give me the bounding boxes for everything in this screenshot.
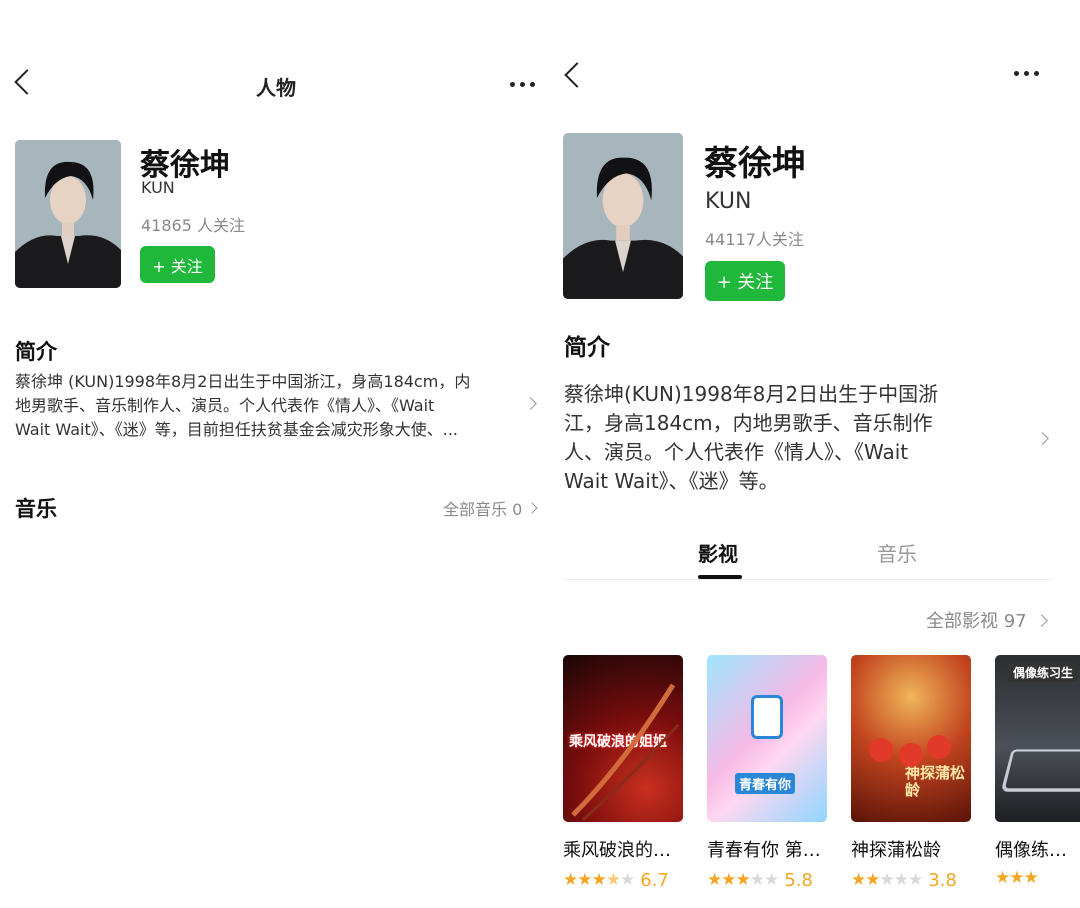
chevron-right-icon: [526, 502, 538, 514]
film-rating: ★★★★★ 5.8: [707, 870, 827, 891]
all-music-label: 全部音乐 0: [443, 500, 523, 519]
person-alias: KUN: [141, 178, 175, 197]
film-card[interactable]: 青春有你 青春有你 第… ★★★★★ 5.8: [707, 655, 827, 891]
avatar: [563, 133, 683, 299]
poster-title: 青春有你: [735, 773, 796, 794]
follow-button[interactable]: + 关注: [140, 246, 215, 283]
film-title: 青春有你 第…: [707, 840, 821, 861]
film-card[interactable]: 乘风破浪的姐姐 乘风破浪的… ★★★★★ 6.7: [563, 655, 683, 891]
intro-line: 蔡徐坤(KUN)1998年8月2日出生于中国浙: [564, 382, 939, 406]
follower-count: 41865 人关注: [141, 216, 245, 235]
film-title: 神探蒲松龄: [851, 840, 941, 861]
chevron-right-icon: [1034, 613, 1048, 627]
film-score: 3.8: [928, 870, 957, 891]
film-card[interactable]: 偶像练习生 偶像练习生 ★★★: [995, 655, 1080, 887]
poster-title: 偶像练习生: [1009, 663, 1078, 682]
tab-divider: [563, 579, 1053, 580]
film-poster: 青春有你: [707, 655, 827, 822]
page-title: 人物: [256, 76, 296, 100]
intro-line: 蔡徐坤 (KUN)1998年8月2日出生于中国浙江，身高184cm，内: [15, 372, 471, 391]
follow-button[interactable]: + 关注: [705, 261, 785, 301]
film-poster: 神探蒲松龄: [851, 655, 971, 822]
avatar: [15, 140, 121, 288]
person-page-old: 人物 蔡徐坤 KUN 41865 人关注 + 关注 简介 蔡徐坤 (KUN)19…: [0, 0, 545, 908]
star-icon: ★★★★★: [563, 870, 635, 890]
intro-line: 江，身高184cm，内地男歌手、音乐制作: [564, 411, 933, 435]
intro-heading: 简介: [564, 335, 610, 361]
tab-film[interactable]: 影视: [698, 538, 738, 567]
film-rating: ★★★★★ 6.7: [563, 870, 683, 891]
intro-bio[interactable]: 蔡徐坤(KUN)1998年8月2日出生于中国浙 江，身高184cm，内地男歌手、…: [564, 380, 1004, 496]
intro-line: 地男歌手、音乐制作人、演员。个人代表作《情人》、《Wait: [15, 396, 435, 415]
all-films-link[interactable]: 全部影视 97: [926, 607, 1048, 633]
person-alias: KUN: [705, 189, 752, 214]
more-icon[interactable]: [1014, 71, 1039, 76]
intro-line: Wait Wait》、《迷》等，目前担任扶贫基金会减灾形象大使、...: [15, 420, 458, 439]
intro-line: 人、演员。个人代表作《情人》、《Wait: [564, 440, 909, 464]
film-card[interactable]: 神探蒲松龄 神探蒲松龄 ★★★★★ 3.8: [851, 655, 971, 891]
film-title: 乘风破浪的…: [563, 840, 671, 861]
tab-music[interactable]: 音乐: [877, 538, 917, 567]
music-heading: 音乐: [15, 497, 57, 521]
film-poster: 偶像练习生: [995, 655, 1080, 822]
film-poster: 乘风破浪的姐姐: [563, 655, 683, 822]
person-name: 蔡徐坤: [704, 144, 806, 184]
film-rating: ★★★★★ 3.8: [851, 870, 971, 891]
film-score: 5.8: [784, 870, 813, 891]
chevron-right-icon[interactable]: [524, 397, 537, 410]
all-films-label: 全部影视 97: [926, 611, 1027, 632]
film-rating: ★★★: [995, 870, 1080, 887]
intro-line: Wait Wait》、《迷》等。: [564, 469, 779, 493]
back-icon[interactable]: [14, 69, 40, 95]
back-icon[interactable]: [564, 62, 590, 88]
intro-bio[interactable]: 蔡徐坤 (KUN)1998年8月2日出生于中国浙江，身高184cm，内 地男歌手…: [15, 370, 515, 442]
follower-count: 44117人关注: [705, 230, 804, 249]
star-icon: ★★★★★: [707, 870, 779, 890]
more-icon[interactable]: [510, 82, 535, 87]
all-music-link[interactable]: 全部音乐 0: [443, 496, 538, 520]
intro-heading: 简介: [15, 340, 57, 364]
film-title: 偶像练习生: [995, 840, 1080, 861]
film-score: 6.7: [640, 870, 669, 891]
star-icon: ★★★★★: [851, 870, 923, 890]
chevron-right-icon[interactable]: [1036, 432, 1049, 445]
person-page-new: 蔡徐坤 KUN 44117人关注 + 关注 简介 蔡徐坤(KUN)1998年8月…: [548, 0, 1080, 908]
star-icon: ★★★: [995, 868, 1039, 888]
